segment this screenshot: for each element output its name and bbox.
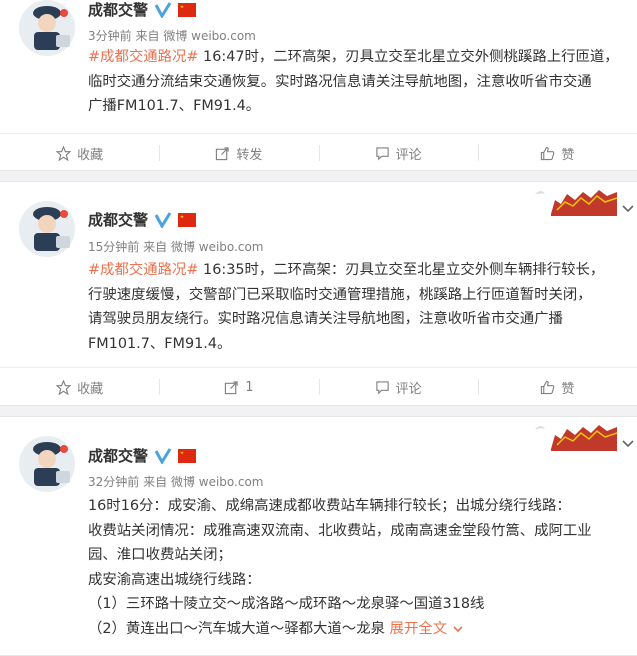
comment-label: 评论 (395, 147, 422, 163)
post-body: 16时16分：成安渝、成绵高速成都收费站车辆排行较长；出城分绕行线路： 收费站关… (88, 498, 592, 637)
comment-label: 评论 (395, 381, 422, 397)
source-prefix: 来自 (143, 475, 168, 489)
repost-button[interactable]: 1 (159, 368, 318, 406)
repost-button[interactable]: 转发 (159, 134, 318, 172)
comment-icon (375, 380, 389, 394)
like-label: 赞 (561, 381, 575, 397)
action-bar: 收藏 转发 评论 赞 (0, 133, 637, 172)
post-source[interactable]: 微博 weibo.com (171, 475, 264, 489)
chevron-down-icon[interactable] (621, 202, 635, 216)
thumbs-up-icon (541, 380, 555, 394)
thumbs-up-icon (541, 146, 555, 160)
like-button[interactable]: 赞 (477, 134, 637, 172)
repost-label: 转发 (236, 147, 263, 163)
post-card: 成都交警 32分钟前 来自 微博 weibo.com 16时16分：成安渝、成绵… (0, 416, 637, 656)
post-card: 成都交警 3分钟前 来自 微博 weibo.com #成都交通路况# 16:47… (0, 0, 637, 171)
verified-icon (154, 211, 172, 228)
great-wall-banner (531, 186, 617, 216)
action-bar: 收藏 1 评论 赞 (0, 367, 637, 406)
post-text: #成都交通路况# 16:47时，二环高架，刃具立交至北星立交外侧桃蹊路上行匝道，… (88, 45, 627, 119)
source-prefix: 来自 (143, 240, 168, 254)
post-meta: 32分钟前 来自 微博 weibo.com (88, 473, 264, 490)
post-source[interactable]: 微博 weibo.com (171, 240, 264, 254)
repost-count: 1 (245, 379, 254, 395)
post-source[interactable]: 微博 weibo.com (163, 29, 256, 43)
avatar[interactable] (18, 435, 76, 493)
star-icon (56, 145, 72, 161)
share-icon (225, 380, 238, 394)
topic-tag[interactable]: #成都交通路况# (88, 262, 198, 278)
verified-icon (154, 447, 172, 464)
author-name[interactable]: 成都交警 (88, 0, 148, 20)
like-button[interactable]: 赞 (477, 368, 637, 406)
post-text: #成都交通路况# 16:35时，二环高架：刃具立交至北星立交外侧车辆排行较长， … (88, 258, 627, 356)
collect-label: 收藏 (77, 381, 104, 397)
expand-label: 展开全文 (389, 620, 448, 637)
post-card: 成都交警 15分钟前 来自 微博 weibo.com #成都交通路况# 16:3… (0, 181, 637, 406)
verified-icon (154, 1, 172, 18)
collect-button[interactable]: 收藏 (0, 368, 159, 406)
author-name[interactable]: 成都交警 (88, 445, 148, 466)
chevron-down-icon[interactable] (621, 437, 635, 451)
avatar[interactable] (18, 200, 76, 258)
china-flag-icon (178, 2, 197, 17)
star-icon (56, 379, 72, 395)
avatar[interactable] (18, 0, 76, 57)
chevron-down-icon (453, 625, 463, 632)
post-meta: 3分钟前 来自 微博 weibo.com (88, 27, 256, 44)
share-icon (216, 146, 230, 160)
expand-full-text-link[interactable]: 展开全文 (390, 621, 464, 637)
source-prefix: 来自 (135, 29, 160, 43)
like-label: 赞 (561, 147, 575, 163)
post-time[interactable]: 15分钟前 (88, 240, 139, 254)
post-meta: 15分钟前 来自 微博 weibo.com (88, 238, 264, 255)
topic-tag[interactable]: #成都交通路况# (88, 49, 198, 65)
great-wall-banner (531, 421, 617, 451)
comment-button[interactable]: 评论 (318, 134, 478, 172)
post-text: 16时16分：成安渝、成绵高速成都收费站车辆排行较长；出城分绕行线路： 收费站关… (88, 494, 627, 641)
post-time[interactable]: 3分钟前 (88, 29, 132, 43)
comment-button[interactable]: 评论 (318, 368, 478, 406)
collect-button[interactable]: 收藏 (0, 134, 159, 172)
author-name[interactable]: 成都交警 (88, 209, 148, 230)
post-time[interactable]: 32分钟前 (88, 475, 139, 489)
china-flag-icon (178, 212, 197, 227)
china-flag-icon (178, 448, 197, 463)
comment-icon (375, 146, 389, 160)
collect-label: 收藏 (77, 147, 104, 163)
